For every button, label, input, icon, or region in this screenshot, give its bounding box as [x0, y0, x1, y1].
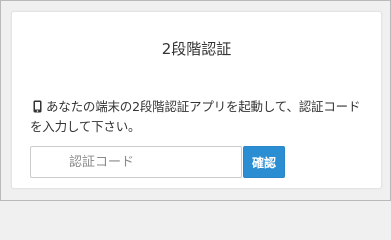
mobile-phone-icon: [33, 99, 42, 113]
auth-code-input[interactable]: [30, 146, 242, 178]
window-frame: 2段階認証 あなたの端末の2段階認証アプリを起動して、認証コードを入力して下さい…: [0, 0, 391, 201]
instruction-text-block: あなたの端末の2段階認証アプリを起動して、認証コードを入力して下さい。: [30, 97, 370, 137]
confirm-button[interactable]: 確認: [243, 146, 285, 178]
dialog-title: 2段階認証: [161, 40, 232, 58]
two-factor-dialog: 2段階認証 あなたの端末の2段階認証アプリを起動して、認証コードを入力して下さい…: [11, 11, 382, 189]
instruction-text: あなたの端末の2段階認証アプリを起動して、認証コードを入力して下さい。: [30, 99, 361, 134]
